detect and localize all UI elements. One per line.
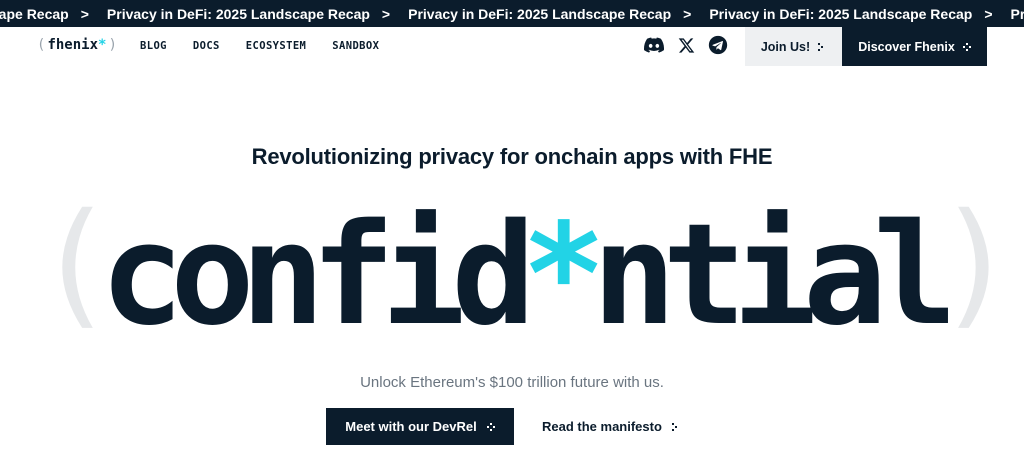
ticker-item[interactable]: Privacy in DeFi: 2025 Landscape Recap > (107, 6, 390, 22)
hero-word-start: confid (100, 194, 536, 357)
plus-dots-icon (962, 42, 971, 51)
telegram-icon[interactable] (708, 35, 728, 55)
x-icon[interactable] (676, 35, 696, 55)
read-manifesto-label: Read the manifesto (542, 419, 662, 434)
logo-paren-open: ( (37, 37, 46, 53)
fhenix-logo[interactable]: ( fhenix * ) (37, 37, 117, 53)
ticker-item-label: Privacy in DeFi: 2025 Landscape Recap (408, 5, 672, 22)
meet-devrel-button[interactable]: Meet with our DevRel (326, 408, 514, 445)
arrow-dots-icon (671, 422, 680, 431)
nav-docs[interactable]: DOCS (193, 40, 220, 52)
discover-label: Discover Fhenix (858, 39, 955, 54)
ticker-item[interactable]: Privacy in DeFi: 2025 Landscape Recap > (408, 6, 691, 22)
ticker-item[interactable]: Privacy in DeFi: 2025 Landscape Recap > (1011, 6, 1024, 22)
chevron-right-icon: > (683, 5, 692, 22)
discover-fhenix-button[interactable]: Discover Fhenix (842, 27, 987, 66)
social-links (644, 35, 728, 55)
ticker-item-label: ndscape Recap (0, 5, 69, 22)
ticker-item[interactable]: Privacy in DeFi: 2025 Landscape Recap > (709, 6, 992, 22)
join-us-button[interactable]: Join Us! (745, 27, 842, 66)
logo-star: * (98, 37, 107, 53)
logo-wordmark: fhenix (47, 37, 99, 53)
ticker-item[interactable]: ndscape Recap > (0, 6, 89, 22)
announcement-ticker: ndscape Recap > Privacy in DeFi: 2025 La… (0, 0, 1024, 27)
ticker-item-label: Privacy in DeFi: 2025 Landscape Recap (709, 5, 973, 22)
arrow-dots-icon (818, 42, 826, 51)
hero-tagline: Revolutionizing privacy for onchain apps… (251, 144, 773, 169)
chevron-right-icon: > (381, 5, 391, 22)
ticker-item-label: Privacy in DeFi: 2025 Landscape Recap (1010, 5, 1024, 22)
chevron-right-icon: > (984, 5, 993, 22)
ticker-item-label: Privacy in DeFi: 2025 Landscape Recap (106, 5, 370, 22)
main-nav: BLOG DOCS ECOSYSTEM SANDBOX (140, 40, 379, 52)
discord-icon[interactable] (644, 35, 664, 55)
logo-paren-close: ) (108, 37, 117, 53)
ticker-track: ndscape Recap > Privacy in DeFi: 2025 La… (0, 0, 1024, 27)
read-manifesto-link[interactable]: Read the manifesto (542, 408, 680, 445)
nav-sandbox[interactable]: SANDBOX (332, 40, 379, 52)
hero-paren-close: ) (935, 185, 1017, 343)
site-header: ( fhenix * ) BLOG DOCS ECOSYSTEM SANDBOX… (0, 27, 1024, 66)
hero-headline: confid*ntial (100, 206, 957, 346)
hero-asterisk: * (521, 194, 606, 357)
chevron-right-icon: > (80, 5, 89, 22)
nav-ecosystem[interactable]: ECOSYSTEM (246, 40, 307, 52)
hero-subtitle: Unlock Ethereum's $100 trillion future w… (360, 374, 664, 391)
plus-dots-icon (486, 422, 495, 431)
nav-blog[interactable]: BLOG (140, 40, 167, 52)
join-us-label: Join Us! (760, 39, 811, 54)
meet-devrel-label: Meet with our DevRel (345, 419, 477, 434)
hero-word-end: ntial (592, 194, 957, 357)
